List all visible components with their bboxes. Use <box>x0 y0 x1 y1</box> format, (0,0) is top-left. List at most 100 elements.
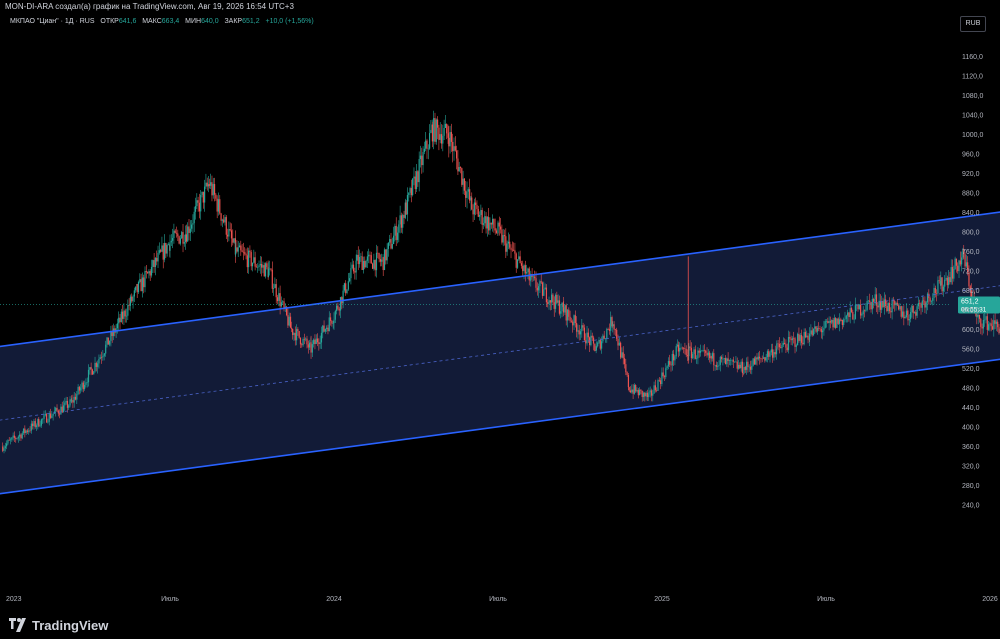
candle-up <box>346 289 348 294</box>
candle-up <box>224 217 226 223</box>
candle-down <box>637 390 639 396</box>
x-tick-label: Июль <box>489 596 507 603</box>
candle-down <box>852 311 854 320</box>
candle-up <box>259 264 261 266</box>
candle-up <box>597 342 599 347</box>
candle-down <box>659 380 662 385</box>
candle-up <box>157 252 159 262</box>
candle-up <box>81 382 83 388</box>
candle-up <box>595 346 597 351</box>
candle-up <box>977 314 979 317</box>
candle-up <box>413 176 415 179</box>
candle-down <box>294 333 296 341</box>
candle-down <box>614 329 617 331</box>
candle-up <box>120 311 122 323</box>
y-tick-label: 240,0 <box>962 503 980 510</box>
candle-up <box>636 390 638 392</box>
candle-down <box>66 400 69 408</box>
candle-up <box>480 210 482 215</box>
candle-down <box>790 338 792 341</box>
candle-up <box>408 192 410 196</box>
candle-down <box>225 217 227 235</box>
candle-down <box>569 316 571 321</box>
candle-up <box>428 133 431 149</box>
candle-down <box>603 335 605 339</box>
candle-up <box>205 182 207 187</box>
candle-down <box>244 252 246 254</box>
candle-up <box>179 238 182 244</box>
candle-down <box>938 280 940 282</box>
candle-down <box>213 184 216 195</box>
candle-down <box>684 348 686 350</box>
candle-up <box>163 242 166 260</box>
candle-up <box>711 353 714 359</box>
candle-up <box>773 352 775 358</box>
candle-down <box>800 335 803 343</box>
candle-down <box>721 356 723 360</box>
candle-down <box>306 338 308 345</box>
candle-up <box>386 248 388 261</box>
candle-down <box>495 230 498 233</box>
y-tick-label: 960,0 <box>962 152 980 159</box>
candle-down <box>570 320 573 322</box>
candle-up <box>30 423 32 431</box>
candle-down <box>710 356 712 359</box>
candle-up <box>539 281 541 287</box>
candle-up <box>200 194 202 212</box>
candle-up <box>293 333 295 335</box>
candle-down <box>592 337 595 344</box>
candle-down <box>706 352 708 356</box>
candle-down <box>219 199 221 214</box>
candle-up <box>854 305 857 320</box>
candle-up <box>674 356 676 361</box>
price-chart[interactable]: 651,206:55:31 240,0280,0320,0360,0400,04… <box>0 0 1000 639</box>
candle-up <box>506 243 508 252</box>
candle-up <box>280 302 283 307</box>
candle-up <box>173 230 175 239</box>
candle-up <box>315 338 317 345</box>
candle-up <box>393 235 395 244</box>
candle-up <box>921 300 923 308</box>
candle-down <box>978 314 981 319</box>
candle-up <box>561 302 563 312</box>
candle-up <box>302 338 304 346</box>
candle-down <box>211 182 213 196</box>
candle-down <box>873 299 875 302</box>
x-axis[interactable]: 2023Июль2024Июль2025Июль2026Июль2027Июль… <box>6 596 1000 603</box>
candle-up <box>21 433 23 439</box>
candle-down <box>301 344 303 346</box>
candle-up <box>482 223 485 225</box>
candle-down <box>511 249 513 251</box>
candle-down <box>623 358 626 365</box>
candle-down <box>599 339 601 349</box>
candle-up <box>47 421 49 423</box>
candle-up <box>579 331 582 335</box>
candle-up <box>601 341 603 349</box>
candle-down <box>90 367 92 370</box>
candle-down <box>107 337 109 345</box>
candle-up <box>642 392 645 397</box>
candle-down <box>270 268 272 270</box>
candle-up <box>895 302 897 306</box>
candle-down <box>980 318 982 327</box>
candle-up <box>696 358 698 359</box>
candle-up <box>425 140 427 149</box>
x-tick-label: 2024 <box>326 596 342 603</box>
candle-down <box>289 316 292 328</box>
candle-down <box>513 249 515 251</box>
candle-up <box>77 386 79 395</box>
tradingview-logo[interactable]: TradingView <box>8 615 108 635</box>
candle-up <box>4 446 6 449</box>
candle-up <box>916 306 918 316</box>
candle-down <box>658 380 660 381</box>
candle-down <box>457 158 459 172</box>
candle-up <box>39 425 41 427</box>
candle-down <box>197 200 199 203</box>
candle-up <box>693 349 695 354</box>
candle-down <box>431 124 433 142</box>
candle-down <box>38 418 40 427</box>
candle-down <box>898 305 900 310</box>
candle-down <box>421 155 423 166</box>
candle-up <box>849 308 851 318</box>
candle-down <box>501 229 503 243</box>
